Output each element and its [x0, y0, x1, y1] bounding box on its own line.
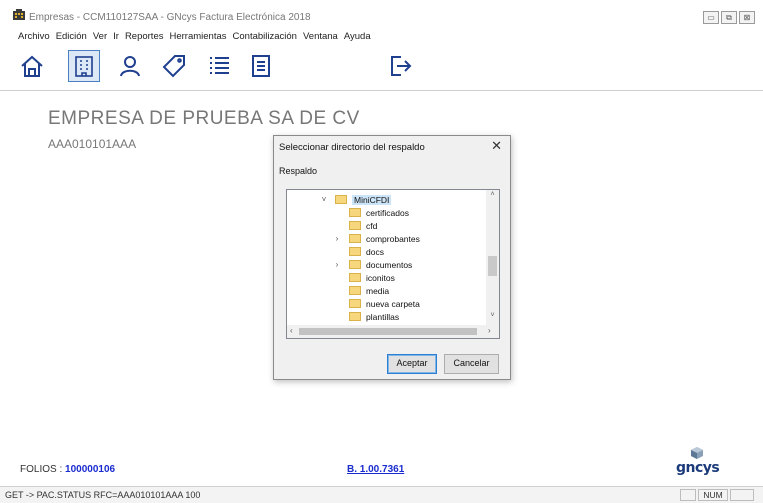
menu-reportes[interactable]: Reportes: [125, 30, 164, 44]
folder-icon: [349, 273, 361, 282]
tree-item-label: iconitos: [366, 272, 395, 283]
folder-icon: [335, 195, 347, 204]
status-panel: [730, 489, 754, 501]
horizontal-scroll-thumb[interactable]: [299, 328, 477, 335]
status-message: GET -> PAC.STATUS RFC=AAA010101AAA 100: [5, 490, 201, 500]
tree-item-label: docs: [366, 246, 384, 257]
cancel-button[interactable]: Cancelar: [444, 354, 499, 374]
tag-icon: [162, 55, 185, 78]
tree-item-label: certificados: [366, 207, 409, 218]
vertical-scroll-thumb[interactable]: [488, 256, 497, 276]
list-icon: [210, 57, 229, 74]
close-icon: ⊠: [743, 13, 751, 22]
folder-icon: [349, 299, 361, 308]
tree-item[interactable]: docs: [349, 245, 384, 258]
tree-item-label: comprobantes: [366, 233, 420, 244]
num-lock-indicator: NUM: [698, 489, 728, 501]
tree-item-label: documentos: [366, 259, 413, 270]
status-bar: GET -> PAC.STATUS RFC=AAA010101AAA 100 N…: [0, 486, 763, 503]
tree-item[interactable]: › comprobantes: [336, 232, 420, 245]
scroll-right-icon[interactable]: ›: [488, 326, 491, 335]
tree-item-label: media: [366, 285, 390, 296]
companies-button[interactable]: [68, 50, 100, 82]
close-button[interactable]: ⊠: [739, 11, 755, 24]
menu-ir[interactable]: Ir: [113, 30, 119, 44]
exit-button[interactable]: [384, 50, 416, 82]
tree-item[interactable]: plantillas: [349, 310, 399, 323]
horizontal-scrollbar[interactable]: ‹ ›: [287, 325, 499, 338]
tree-item[interactable]: iconitos: [349, 271, 395, 284]
status-panel: [680, 489, 696, 501]
tree-item-label: nueva carpeta: [366, 298, 420, 309]
tree-item[interactable]: cfd: [349, 219, 377, 232]
menu-ver[interactable]: Ver: [93, 30, 107, 44]
dialog-title: Seleccionar directorio del respaldo: [279, 142, 425, 153]
company-rfc: AAA010101AAA: [48, 137, 137, 151]
restore-icon: ⧉: [726, 13, 732, 22]
chevron-right-icon[interactable]: ›: [332, 234, 342, 243]
menu-ayuda[interactable]: Ayuda: [344, 30, 371, 44]
tree-item-root[interactable]: ˅ MiniCFDI: [322, 193, 392, 206]
folder-icon: [349, 221, 361, 230]
products-button[interactable]: [158, 50, 190, 82]
version-link[interactable]: B. 1.00.7361: [347, 464, 404, 475]
users-button[interactable]: [114, 50, 146, 82]
folios-counter: FOLIOS : 100000106: [20, 464, 115, 475]
tree-item-label: plantillas: [366, 311, 400, 322]
menu-edicion[interactable]: Edición: [56, 30, 87, 44]
scroll-down-icon[interactable]: ˅: [486, 312, 499, 319]
dialog-close-icon[interactable]: ✕: [491, 138, 502, 154]
building-icon: [75, 56, 93, 77]
logo-cube-icon: [691, 447, 703, 459]
minimize-icon: ▭: [707, 13, 715, 22]
accept-button[interactable]: Aceptar: [387, 354, 437, 374]
folder-icon: [349, 260, 361, 269]
vertical-scrollbar[interactable]: ˄ ˅: [486, 190, 499, 325]
tree-item-label: MiniCFDI: [352, 194, 392, 205]
folder-icon: [349, 286, 361, 295]
folder-icon: [349, 234, 361, 243]
minimize-button[interactable]: ▭: [703, 11, 719, 24]
select-directory-dialog: Seleccionar directorio del respaldo ✕ Re…: [273, 135, 511, 380]
folios-label: FOLIOS :: [20, 464, 63, 475]
window-title: Empresas - CCM110127SAA - GNcys Factura …: [29, 12, 311, 23]
app-icon: [13, 9, 25, 20]
home-button[interactable]: [16, 50, 48, 82]
home-icon: [21, 55, 43, 77]
tree-item[interactable]: nueva carpeta: [349, 297, 420, 310]
tree-item[interactable]: media: [349, 284, 389, 297]
menu-archivo[interactable]: Archivo: [18, 30, 50, 44]
scroll-up-icon[interactable]: ˄: [486, 191, 499, 198]
folder-tree[interactable]: ˅ MiniCFDI certificados cfd › comprobant…: [286, 189, 500, 339]
gncys-logo: gncys: [676, 446, 720, 480]
chevron-right-icon[interactable]: ›: [332, 260, 342, 269]
scroll-left-icon[interactable]: ‹: [290, 326, 293, 335]
tree-item[interactable]: › documentos: [336, 258, 413, 271]
document-icon: [252, 55, 270, 77]
folder-icon: [349, 312, 361, 321]
tree-item-label: cfd: [366, 220, 378, 231]
menu-contabilizacion[interactable]: Contabilización: [233, 30, 297, 44]
title-bar: Empresas - CCM110127SAA - GNcys Factura …: [0, 0, 763, 30]
menu-ventana[interactable]: Ventana: [303, 30, 338, 44]
folder-icon: [349, 247, 361, 256]
menu-bar: Archivo Edición Ver Ir Reportes Herramie…: [0, 30, 763, 44]
folder-icon: [349, 208, 361, 217]
company-name: EMPRESA DE PRUEBA SA DE CV: [48, 108, 360, 129]
toolbar: [0, 44, 763, 91]
chevron-down-icon[interactable]: ˅: [319, 195, 329, 204]
document-button[interactable]: [245, 50, 277, 82]
tree-item[interactable]: certificados: [349, 206, 409, 219]
dialog-prompt: Respaldo: [279, 166, 318, 176]
folios-value: 100000106: [65, 464, 116, 475]
list-button[interactable]: [203, 50, 235, 82]
user-icon: [120, 56, 140, 77]
restore-button[interactable]: ⧉: [721, 11, 737, 24]
logo-text: gncys: [676, 460, 720, 476]
menu-herramientas[interactable]: Herramientas: [170, 30, 227, 44]
exit-icon: [391, 56, 412, 76]
